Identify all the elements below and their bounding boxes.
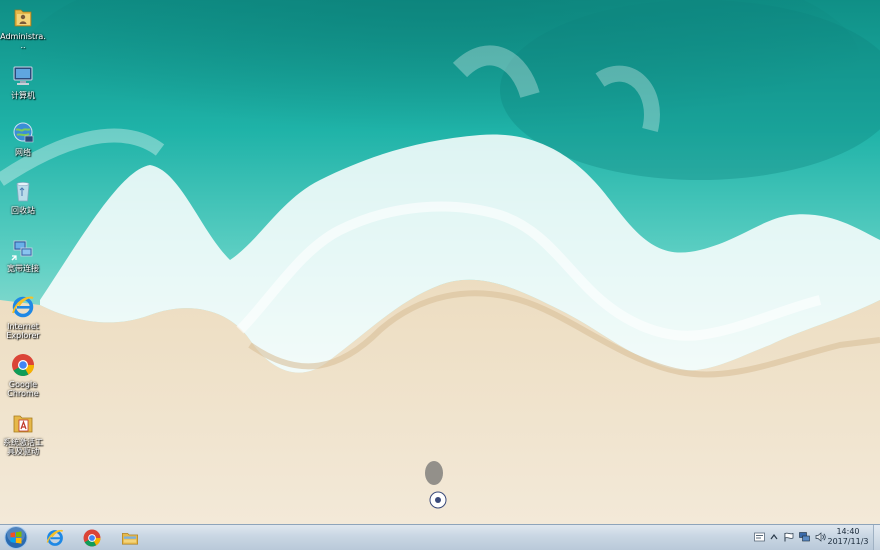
desktop[interactable]: Administra... 计算机 网络 回收站 宽带连接 Internet E… <box>0 0 880 524</box>
clock-time: 14:40 <box>836 527 860 536</box>
desktop-icon-internet-explorer[interactable]: Internet Explorer <box>0 294 46 340</box>
chrome-icon <box>12 354 34 376</box>
network-icon <box>13 122 34 143</box>
desktop-icon-label: Administra... <box>0 32 46 50</box>
internet-explorer-icon <box>46 529 64 546</box>
network-status-icon[interactable] <box>799 532 810 542</box>
recycle-bin-icon <box>16 182 30 202</box>
windows-orb-icon <box>4 525 28 549</box>
desktop-icon-activation-tool[interactable]: 系统激活工具及驱动 <box>0 410 46 456</box>
desktop-icon-network[interactable]: 网络 <box>0 120 46 157</box>
action-center-flag-icon[interactable] <box>783 532 794 542</box>
desktop-icon-label: Google Chrome <box>7 380 39 398</box>
start-button[interactable] <box>3 525 29 551</box>
clock-date: 2017/11/3 <box>827 537 869 546</box>
activation-tool-icon <box>13 415 33 433</box>
desktop-icon-recycle-bin[interactable]: 回收站 <box>0 178 46 215</box>
desktop-icon-label: 宽带连接 <box>7 264 39 273</box>
internet-explorer-icon <box>12 296 34 318</box>
system-tray: 14:40 2017/11/3 <box>750 525 880 550</box>
taskbar-google-chrome[interactable] <box>77 526 107 549</box>
user-folder-icon <box>14 9 32 27</box>
folder-icon <box>122 532 138 544</box>
desktop-icon-label: 系统激活工具及驱动 <box>3 438 43 456</box>
wallpaper-beach <box>0 0 880 524</box>
taskbar: 14:40 2017/11/3 <box>0 524 880 550</box>
chrome-icon <box>83 529 101 546</box>
taskbar-internet-explorer[interactable] <box>40 526 70 549</box>
show-hidden-icons-icon[interactable] <box>770 532 778 542</box>
broadband-connection-icon <box>11 240 33 261</box>
desktop-icon-computer[interactable]: 计算机 <box>0 63 46 100</box>
desktop-icon-label: Internet Explorer <box>6 322 40 340</box>
desktop-icon-google-chrome[interactable]: Google Chrome <box>0 352 46 398</box>
input-method-icon[interactable] <box>754 532 765 542</box>
desktop-icon-label: 回收站 <box>11 206 35 215</box>
computer-icon <box>13 66 33 85</box>
taskbar-windows-explorer[interactable] <box>115 526 145 549</box>
desktop-icon-label: 计算机 <box>11 91 35 100</box>
desktop-icon-administrator[interactable]: Administra... <box>0 4 46 50</box>
volume-icon[interactable] <box>815 532 826 542</box>
show-desktop-button[interactable] <box>873 525 880 550</box>
desktop-icon-broadband[interactable]: 宽带连接 <box>0 236 46 273</box>
desktop-icon-label: 网络 <box>15 148 31 157</box>
taskbar-clock[interactable]: 14:40 2017/11/3 <box>826 527 870 547</box>
